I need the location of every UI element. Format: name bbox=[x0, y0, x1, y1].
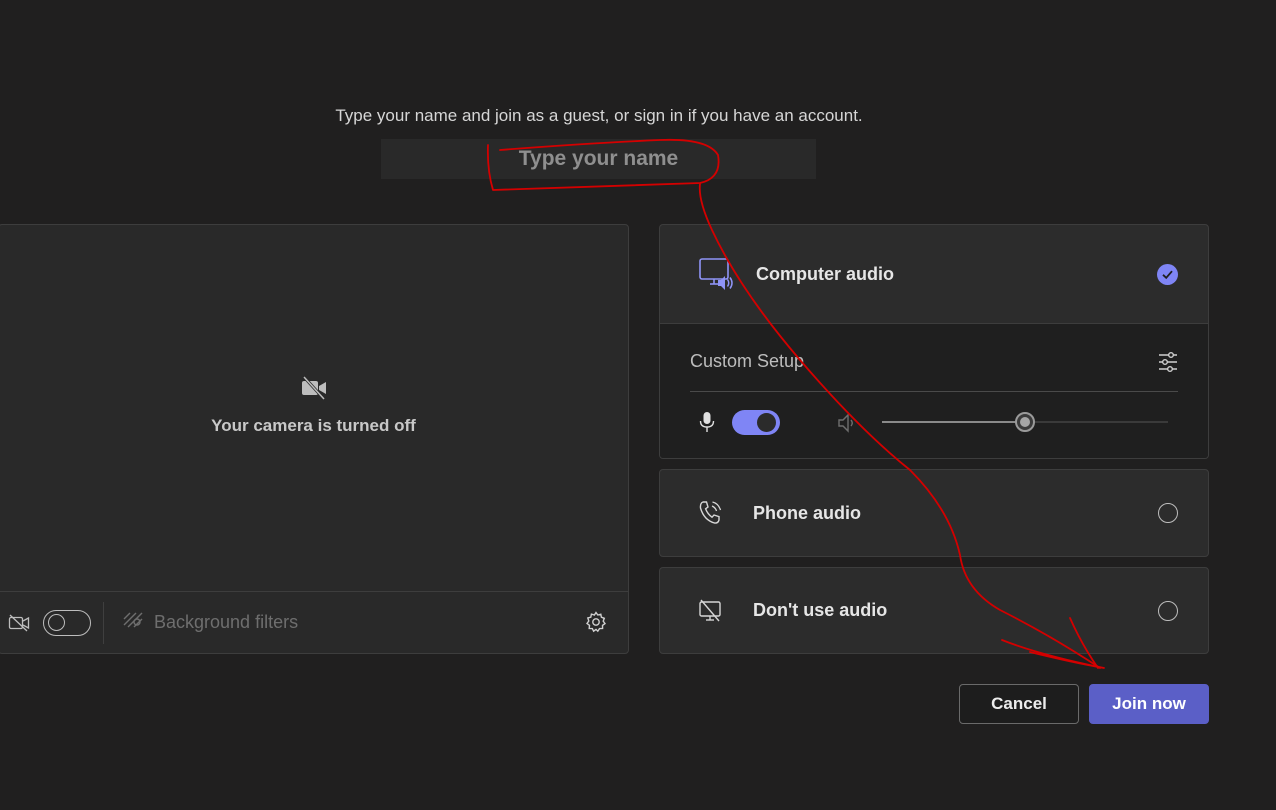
speaker-icon bbox=[836, 412, 858, 434]
custom-setup-panel: Custom Setup bbox=[660, 324, 1208, 458]
join-meeting-screen: Type your name and join as a guest, or s… bbox=[0, 0, 1276, 810]
join-now-button[interactable]: Join now bbox=[1089, 684, 1209, 724]
camera-icon bbox=[7, 611, 31, 635]
phone-icon bbox=[697, 500, 723, 526]
phone-audio-radio[interactable] bbox=[1158, 503, 1178, 523]
computer-audio-option[interactable]: Computer audio Custom Setup bbox=[659, 224, 1209, 459]
volume-fill bbox=[882, 421, 1025, 423]
phone-audio-label: Phone audio bbox=[753, 502, 861, 523]
background-filters-label: Background filters bbox=[154, 612, 299, 632]
computer-audio-header[interactable]: Computer audio bbox=[660, 225, 1208, 324]
microphone-icon bbox=[698, 411, 716, 433]
selected-check-icon bbox=[1157, 264, 1178, 285]
camera-off-message: Your camera is turned off bbox=[0, 375, 628, 436]
name-input[interactable] bbox=[381, 139, 816, 179]
background-filters-button[interactable]: Background filters bbox=[122, 611, 298, 634]
custom-setup-label: Custom Setup bbox=[690, 351, 805, 371]
no-audio-radio[interactable] bbox=[1158, 600, 1178, 621]
camera-toggle[interactable] bbox=[43, 609, 91, 636]
video-off-icon bbox=[300, 375, 328, 406]
no-audio-option[interactable]: Don't use audio bbox=[659, 567, 1209, 654]
computer-audio-label: Computer audio bbox=[756, 263, 894, 284]
volume-thumb[interactable] bbox=[1015, 412, 1035, 432]
microphone-toggle-knob bbox=[757, 413, 776, 432]
no-audio-label: Don't use audio bbox=[753, 600, 888, 620]
monitor-speaker-icon bbox=[698, 256, 734, 292]
join-prompt: Type your name and join as a guest, or s… bbox=[335, 106, 863, 125]
video-controls-bar: Background filters bbox=[0, 591, 628, 653]
speaker-volume-slider[interactable] bbox=[882, 412, 1168, 432]
background-filters-icon bbox=[122, 611, 144, 634]
cancel-button[interactable]: Cancel bbox=[959, 684, 1079, 724]
microphone-toggle[interactable] bbox=[732, 410, 780, 435]
custom-setup-divider bbox=[690, 391, 1178, 392]
screen-off-icon bbox=[697, 598, 723, 624]
camera-off-text: Your camera is turned off bbox=[211, 416, 416, 435]
phone-audio-option[interactable]: Phone audio bbox=[659, 469, 1209, 557]
sliders-icon[interactable] bbox=[1156, 350, 1180, 374]
camera-toggle-knob bbox=[48, 613, 65, 631]
gear-icon[interactable] bbox=[584, 610, 608, 634]
video-preview: Your camera is turned off Background fil… bbox=[0, 224, 629, 654]
controls-divider bbox=[103, 601, 104, 644]
